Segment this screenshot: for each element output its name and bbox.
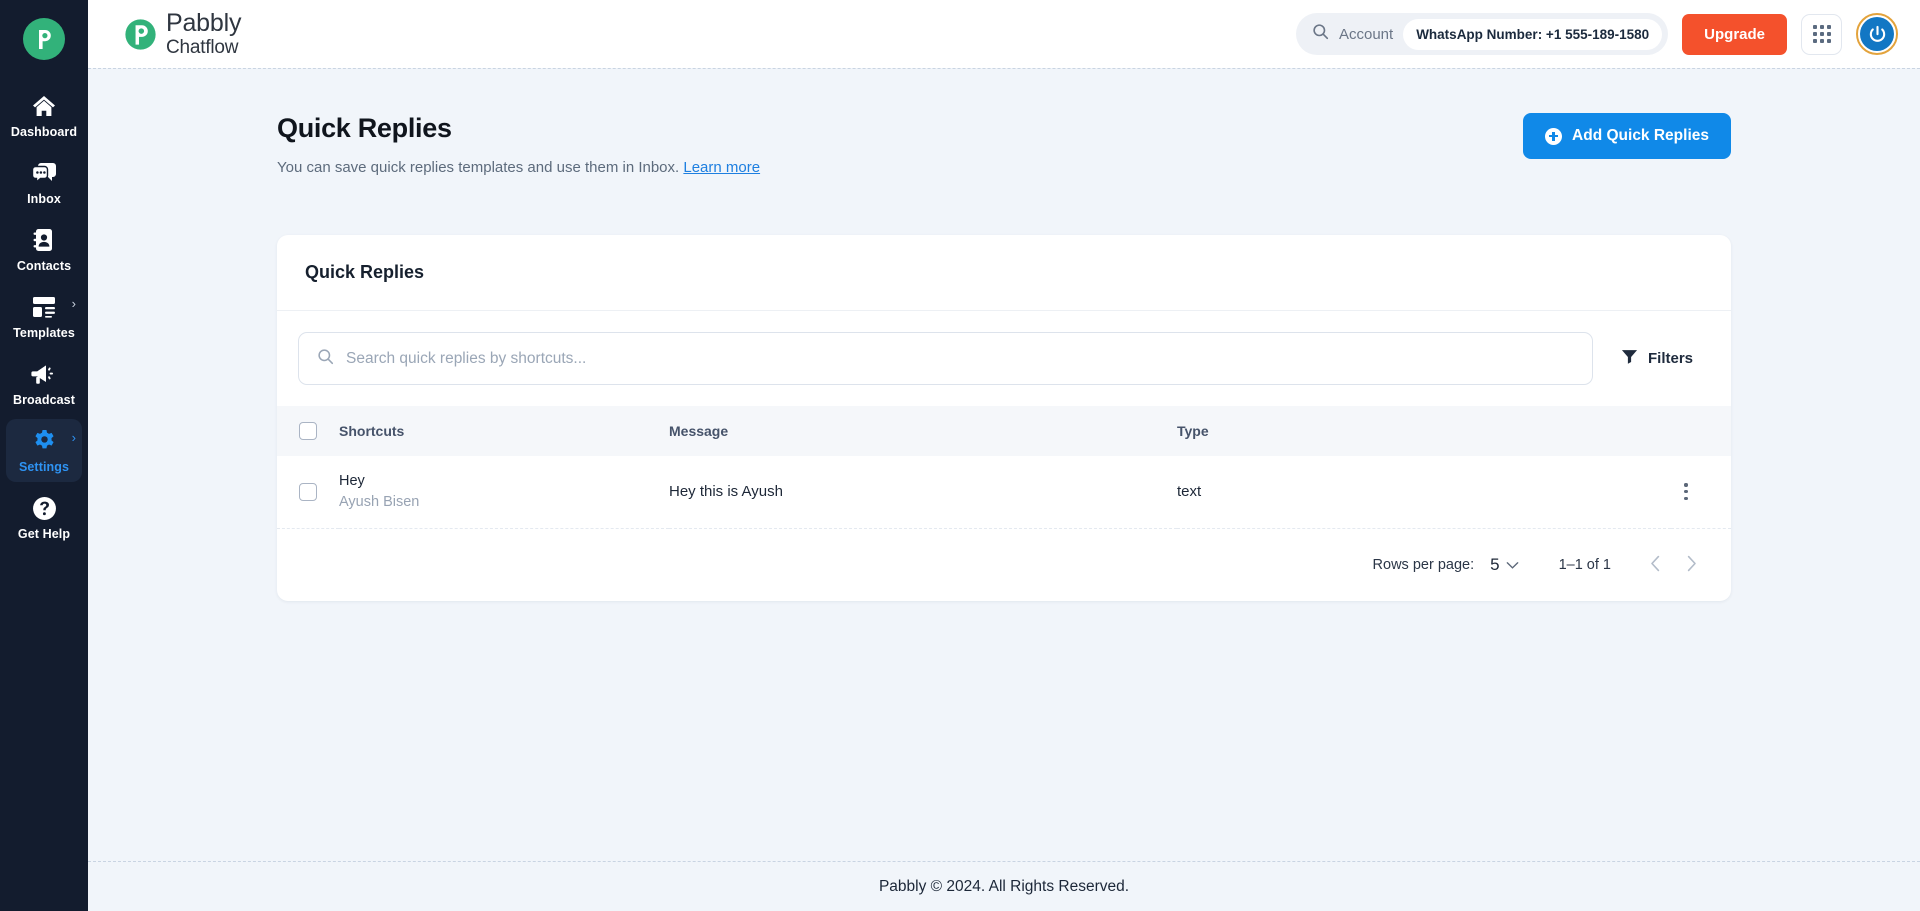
card-toolbar: Filters	[277, 311, 1731, 406]
learn-more-link[interactable]: Learn more	[683, 159, 760, 176]
row-select-cell	[277, 456, 339, 529]
select-all-checkbox[interactable]	[299, 422, 317, 440]
row-checkbox[interactable]	[299, 482, 317, 501]
chevron-right-icon: ›	[71, 430, 76, 445]
top-header: Pabbly Chatflow Account WhatsApp Number:…	[88, 0, 1920, 68]
megaphone-icon	[31, 361, 57, 387]
chevron-left-icon	[1650, 555, 1661, 575]
search-icon	[1312, 23, 1329, 45]
search-field[interactable]	[298, 332, 1593, 385]
add-quick-replies-button[interactable]: Add Quick Replies	[1523, 113, 1731, 159]
user-avatar-icon[interactable]	[1856, 13, 1898, 55]
sidebar-item-get-help[interactable]: Get Help	[6, 486, 82, 549]
layout-template-icon	[32, 294, 56, 320]
select-all-header	[277, 406, 339, 456]
main-area: Pabbly Chatflow Account WhatsApp Number:…	[88, 0, 1920, 911]
row-shortcut-author: Ayush Bisen	[339, 494, 420, 511]
page-title: Quick Replies	[277, 113, 452, 143]
row-type: text	[1177, 456, 1671, 529]
row-shortcut-cell: Hey Ayush Bisen	[339, 456, 669, 529]
chevron-down-icon	[1506, 555, 1519, 575]
contact-book-icon	[33, 227, 55, 253]
table-header: Shortcuts Message Type	[277, 406, 1731, 456]
page-footer: Pabbly © 2024. All Rights Reserved.	[88, 861, 1920, 911]
pabbly-logo-icon[interactable]	[23, 18, 65, 60]
pagination: Rows per page: 5 1–1 of 1	[277, 529, 1731, 601]
upgrade-button[interactable]: Upgrade	[1682, 13, 1787, 55]
app-logo[interactable]: Pabbly Chatflow	[124, 11, 241, 57]
sidebar-item-broadcast[interactable]: Broadcast	[6, 352, 82, 415]
column-actions	[1671, 406, 1731, 456]
header-actions: Account WhatsApp Number: +1 555-189-1580…	[1295, 13, 1898, 55]
sidebar-item-label: Dashboard	[10, 125, 78, 139]
rows-per-page-select[interactable]: 5	[1490, 555, 1518, 575]
filters-label: Filters	[1647, 350, 1693, 367]
account-selector[interactable]: Account WhatsApp Number: +1 555-189-1580	[1295, 13, 1669, 55]
table-row[interactable]: Hey Ayush Bisen Hey this is Ayush text	[277, 456, 1731, 529]
grid-apps-icon[interactable]	[1801, 13, 1842, 55]
account-label: Account	[1338, 25, 1394, 43]
search-icon	[317, 348, 334, 370]
quick-replies-card: Quick Replies Search quick replies by sh…	[277, 235, 1731, 601]
sidebar-item-label: Contacts	[16, 259, 72, 273]
sidebar-item-label: Get Help	[17, 527, 71, 541]
page-header: Quick Replies You can save quick replies…	[277, 113, 1731, 176]
page-subtitle: You can save quick replies templates and…	[277, 159, 760, 176]
sidebar-item-dashboard[interactable]: Dashboard	[6, 84, 82, 147]
table-body: Hey Ayush Bisen Hey this is Ayush text	[277, 456, 1731, 529]
sidebar-item-contacts[interactable]: Contacts	[6, 218, 82, 281]
page-subtitle-text: You can save quick replies templates and…	[277, 159, 680, 176]
chevron-right-icon	[1686, 555, 1697, 575]
add-quick-replies-label: Add Quick Replies	[1572, 127, 1709, 144]
pagination-range: 1–1 of 1	[1558, 556, 1611, 573]
logo-product: Chatflow	[166, 37, 239, 58]
sidebar-item-label: Inbox	[27, 192, 61, 206]
whatsapp-number-chip[interactable]: WhatsApp Number: +1 555-189-1580	[1403, 18, 1663, 50]
sidebar-item-templates[interactable]: › Templates	[6, 285, 82, 348]
sidebar-item-label: Templates	[13, 326, 75, 340]
app-root: Dashboard Inbox Contacts › Templates Bro…	[0, 0, 1920, 911]
row-actions-cell	[1671, 456, 1731, 529]
filters-button[interactable]: Filters	[1611, 348, 1709, 369]
column-type: Type	[1177, 406, 1671, 456]
previous-page-button[interactable]	[1637, 547, 1673, 583]
sidebar-item-label: Broadcast	[12, 393, 76, 407]
sidebar-item-label: Settings	[18, 460, 70, 474]
quick-replies-table: Shortcuts Message Type Hey Ayush Bisen H…	[277, 406, 1731, 529]
column-shortcuts: Shortcuts	[339, 406, 669, 456]
gear-icon	[32, 428, 57, 454]
sidebar: Dashboard Inbox Contacts › Templates Bro…	[0, 0, 88, 911]
rows-per-page-value: 5	[1490, 554, 1500, 574]
search-input[interactable]	[346, 349, 1574, 368]
chevron-right-icon: ›	[71, 296, 76, 311]
question-circle-icon	[32, 495, 57, 521]
card-title: Quick Replies	[277, 235, 1731, 311]
row-menu-icon[interactable]	[1671, 477, 1701, 507]
logo-name: Pabbly	[166, 9, 242, 37]
filter-funnel-icon	[1621, 348, 1638, 369]
home-icon	[32, 93, 56, 119]
chat-bubble-icon	[31, 160, 57, 186]
row-shortcut: Hey	[339, 473, 365, 490]
row-message: Hey this is Ayush	[669, 456, 1177, 529]
sidebar-item-settings[interactable]: › Settings	[6, 419, 82, 482]
sidebar-item-inbox[interactable]: Inbox	[6, 151, 82, 214]
column-message: Message	[669, 406, 1177, 456]
pabbly-mark-icon	[124, 18, 157, 51]
next-page-button[interactable]	[1673, 547, 1709, 583]
plus-icon	[1545, 127, 1563, 145]
rows-per-page-label: Rows per page:	[1372, 556, 1475, 573]
content-area: Quick Replies You can save quick replies…	[88, 68, 1920, 861]
